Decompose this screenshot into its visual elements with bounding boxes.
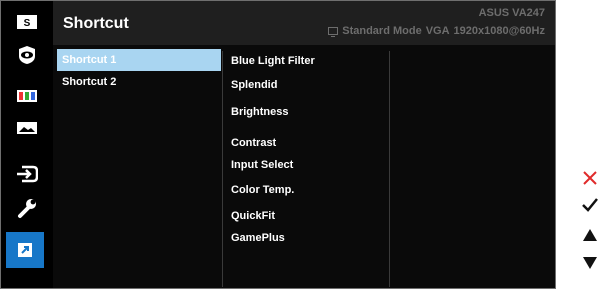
input-select-icon[interactable]	[8, 159, 46, 189]
monitor-icon	[328, 27, 339, 37]
mode-text: Standard Mode	[342, 25, 422, 37]
option-gameplus[interactable]: GamePlus	[231, 232, 391, 244]
monitor-model: ASUS VA247	[478, 7, 545, 19]
option-color-temp[interactable]: Color Temp.	[231, 184, 391, 196]
shortcut-2-item[interactable]: Shortcut 2	[57, 71, 221, 93]
option-contrast[interactable]: Contrast	[231, 137, 391, 149]
splendid-icon[interactable]: S	[8, 7, 46, 37]
shortcut-list: Shortcut 1 Shortcut 2	[57, 49, 221, 286]
option-brightness[interactable]: Brightness	[231, 106, 391, 118]
check-icon[interactable]	[580, 195, 600, 215]
option-input-select[interactable]: Input Select	[231, 159, 391, 171]
close-icon[interactable]	[580, 168, 600, 188]
osd-header: Shortcut ASUS VA247 Standard Mode VGA 19…	[53, 1, 555, 45]
option-splendid[interactable]: Splendid	[231, 79, 391, 91]
color-icon[interactable]	[8, 81, 46, 111]
osd-menu: S Shortcut ASUS VA247 Standard Mode VGA …	[0, 0, 556, 289]
option-quickfit[interactable]: QuickFit	[231, 210, 391, 222]
page-title: Shortcut	[63, 15, 129, 32]
status-line: Standard Mode VGA 1920x1080@60Hz	[328, 25, 545, 37]
down-arrow-icon[interactable]	[580, 253, 600, 273]
input-text: VGA	[425, 25, 450, 37]
svg-text:S: S	[24, 18, 31, 29]
divider-2	[389, 51, 390, 287]
shortcut-1-item[interactable]: Shortcut 1	[57, 49, 221, 71]
image-icon[interactable]	[8, 113, 46, 143]
shortcut-icon[interactable]	[6, 232, 44, 268]
option-blue-light-filter[interactable]: Blue Light Filter	[231, 55, 391, 67]
eye-care-icon[interactable]	[8, 40, 46, 70]
up-arrow-icon[interactable]	[580, 225, 600, 245]
divider-1	[222, 51, 223, 287]
system-setup-icon[interactable]	[8, 193, 46, 223]
resolution-text: 1920x1080@60Hz	[453, 25, 545, 37]
icon-column: S	[1, 1, 53, 288]
